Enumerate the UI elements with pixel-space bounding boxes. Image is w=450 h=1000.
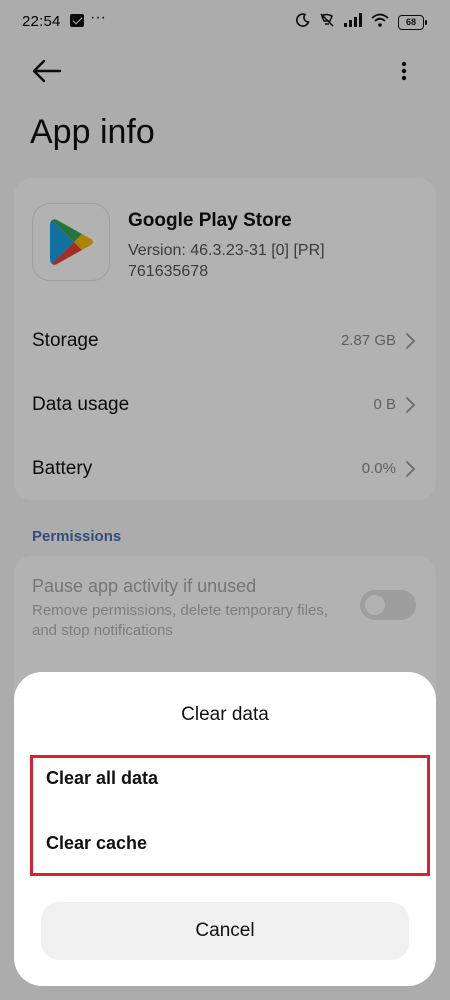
clear-cache-option[interactable]: Clear cache	[46, 833, 147, 854]
dialog-title: Clear data	[181, 704, 269, 725]
cancel-button[interactable]: Cancel	[41, 902, 409, 960]
clear-all-data-option[interactable]: Clear all data	[46, 768, 158, 789]
app-info-screen: 22:54 ··· 68 App info Google Play Store …	[0, 0, 450, 1000]
clear-data-dialog: Clear data Clear all data Clear cache Ca…	[14, 672, 436, 986]
